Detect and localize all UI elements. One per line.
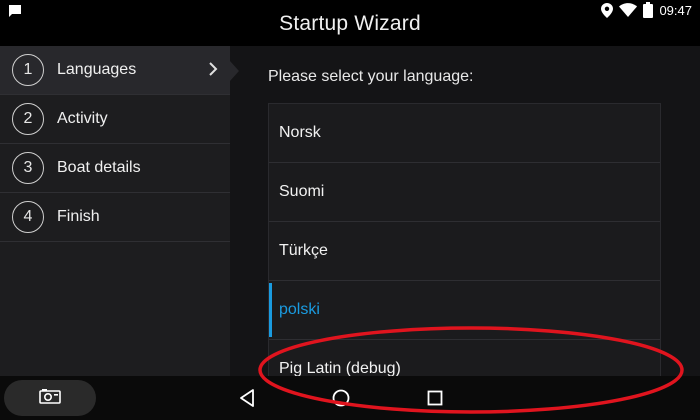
step-activity[interactable]: 2 Activity (0, 95, 230, 144)
step-label: Activity (57, 110, 108, 127)
step-number-badge: 4 (12, 201, 44, 233)
language-option-turkce[interactable]: Türkçe (269, 222, 660, 281)
step-boat-details[interactable]: 3 Boat details (0, 144, 230, 193)
step-number-badge: 1 (12, 54, 44, 86)
active-step-pointer (230, 61, 239, 81)
system-nav-bar (0, 376, 700, 420)
language-option-polski[interactable]: polski (269, 281, 660, 340)
wizard-steps-sidebar: 1 Languages 2 Activity 3 Boat details 4 … (0, 46, 239, 376)
message-icon (8, 4, 22, 23)
language-option-suomi[interactable]: Suomi (269, 163, 660, 222)
location-icon (601, 2, 614, 18)
status-time: 09:47 (659, 2, 692, 18)
chevron-right-icon (208, 62, 218, 81)
battery-icon (643, 2, 654, 18)
back-icon[interactable] (235, 386, 259, 410)
step-label: Finish (57, 208, 100, 225)
step-number-badge: 3 (12, 152, 44, 184)
camera-icon (39, 388, 61, 409)
wifi-icon (619, 3, 638, 17)
screenshot-button[interactable] (4, 380, 96, 416)
status-icons: 09:47 (601, 2, 692, 18)
main-panel: Please select your language: Norsk Suomi… (230, 46, 700, 393)
home-icon[interactable] (329, 386, 353, 410)
step-finish[interactable]: 4 Finish (0, 193, 230, 242)
language-list[interactable]: Norsk Suomi Türkçe polski Pig Latin (deb… (268, 103, 661, 393)
step-label: Boat details (57, 159, 141, 176)
language-prompt: Please select your language: (268, 68, 474, 85)
step-label: Languages (57, 61, 137, 78)
status-bar: 09:47 (0, 0, 700, 24)
step-number-badge: 2 (12, 103, 44, 135)
step-languages[interactable]: 1 Languages (0, 46, 239, 95)
recents-icon[interactable] (423, 386, 447, 410)
language-option-norsk[interactable]: Norsk (269, 104, 660, 163)
